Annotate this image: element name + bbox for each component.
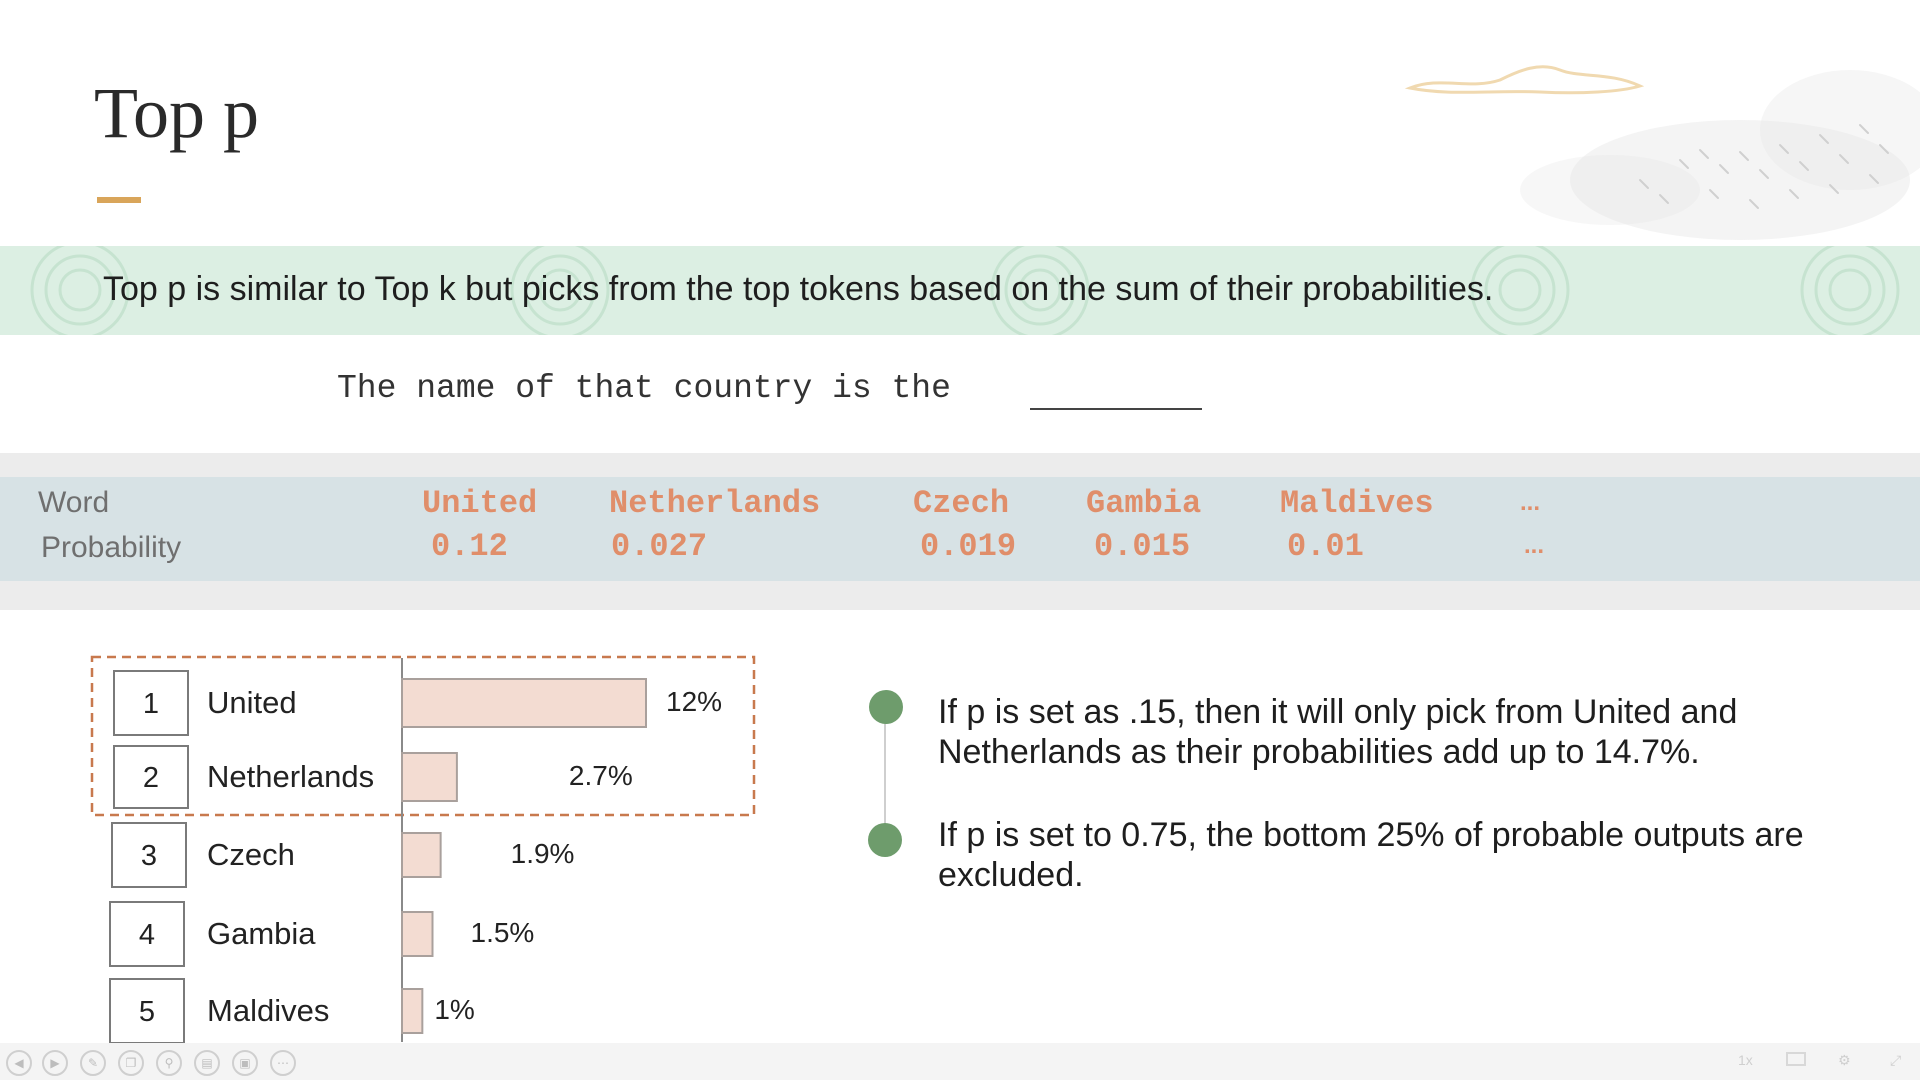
rank-number: 2 bbox=[143, 762, 159, 794]
decorative-landscape bbox=[1404, 65, 1920, 240]
token-probability: 0.12 bbox=[431, 528, 508, 565]
sentence-blank bbox=[1030, 408, 1202, 410]
bar bbox=[401, 678, 647, 728]
row-label-word: Word bbox=[38, 486, 110, 519]
example-sentence: The name of that country is the bbox=[337, 370, 951, 407]
fullscreen-icon[interactable]: ⤢ bbox=[1890, 1052, 1901, 1069]
bar-value-label: 1% bbox=[434, 994, 474, 1025]
bar bbox=[401, 752, 458, 802]
category-label: United bbox=[207, 685, 297, 720]
token-probability: 0.015 bbox=[1094, 528, 1191, 565]
bar bbox=[401, 832, 442, 878]
token-probability: 0.019 bbox=[920, 528, 1017, 565]
more-icon[interactable]: ⋯ bbox=[270, 1050, 296, 1076]
category-label: Netherlands bbox=[207, 759, 374, 794]
token-ellipsis: ... bbox=[1524, 532, 1545, 559]
play-icon[interactable]: ▶ bbox=[42, 1050, 68, 1076]
bullet-dot bbox=[868, 823, 902, 857]
category-label: Maldives bbox=[207, 993, 329, 1028]
copy-icon[interactable]: ❐ bbox=[118, 1050, 144, 1076]
bullet-connector bbox=[884, 720, 886, 840]
bar-value-label: 12% bbox=[666, 686, 722, 717]
token-word: Gambia bbox=[1086, 485, 1202, 522]
token-probability: 0.01 bbox=[1287, 528, 1364, 565]
pen-icon[interactable]: ✎ bbox=[80, 1050, 106, 1076]
prev-icon[interactable]: ◀ bbox=[6, 1050, 32, 1076]
settings-icon[interactable]: ⚙ bbox=[1838, 1052, 1851, 1069]
camera-icon[interactable]: ▣ bbox=[232, 1050, 258, 1076]
bar bbox=[401, 911, 434, 957]
bullet-text-1: If p is set as .15, then it will only pi… bbox=[938, 693, 1738, 771]
bar-value-label: 2.7% bbox=[569, 760, 633, 791]
definition-banner: Top p is similar to Top k but picks from… bbox=[0, 246, 1920, 335]
token-word: Maldives bbox=[1280, 485, 1434, 522]
probability-bar-chart: 1 United 12% 2 Netherlands 2.7% 3 Czech 1.9% 4 Gam… bbox=[90, 655, 756, 1044]
page-title: Top p bbox=[94, 73, 259, 153]
bar-value-label: 1.9% bbox=[511, 838, 575, 869]
token-probability: 0.027 bbox=[611, 528, 708, 565]
word-probability-table: Word Probability United Netherlands Czec… bbox=[0, 477, 1920, 581]
rank-number: 1 bbox=[143, 688, 159, 720]
category-label: Gambia bbox=[207, 916, 316, 951]
title-accent-bar bbox=[97, 197, 141, 203]
captions-icon[interactable]: ▤ bbox=[194, 1050, 220, 1076]
rank-number: 3 bbox=[141, 840, 157, 872]
row-label-probability: Probability bbox=[41, 531, 182, 564]
rank-number: 5 bbox=[139, 996, 155, 1028]
token-word: United bbox=[422, 485, 538, 522]
banner-text: Top p is similar to Top k but picks from… bbox=[103, 270, 1494, 308]
playback-speed[interactable]: 1x bbox=[1738, 1052, 1753, 1068]
bar bbox=[401, 988, 424, 1034]
token-word: Czech bbox=[913, 485, 1010, 522]
zoom-icon[interactable]: ⚲ bbox=[156, 1050, 182, 1076]
bullet-text-2: If p is set to 0.75, the bottom 25% of p… bbox=[938, 816, 1804, 894]
bar-value-label: 1.5% bbox=[471, 917, 535, 948]
rank-number: 4 bbox=[139, 919, 155, 951]
category-label: Czech bbox=[207, 837, 295, 872]
screen-icon[interactable] bbox=[1786, 1052, 1806, 1066]
bullet-dot bbox=[869, 690, 903, 724]
token-ellipsis: ... bbox=[1520, 489, 1541, 516]
token-word: Netherlands bbox=[609, 485, 821, 522]
